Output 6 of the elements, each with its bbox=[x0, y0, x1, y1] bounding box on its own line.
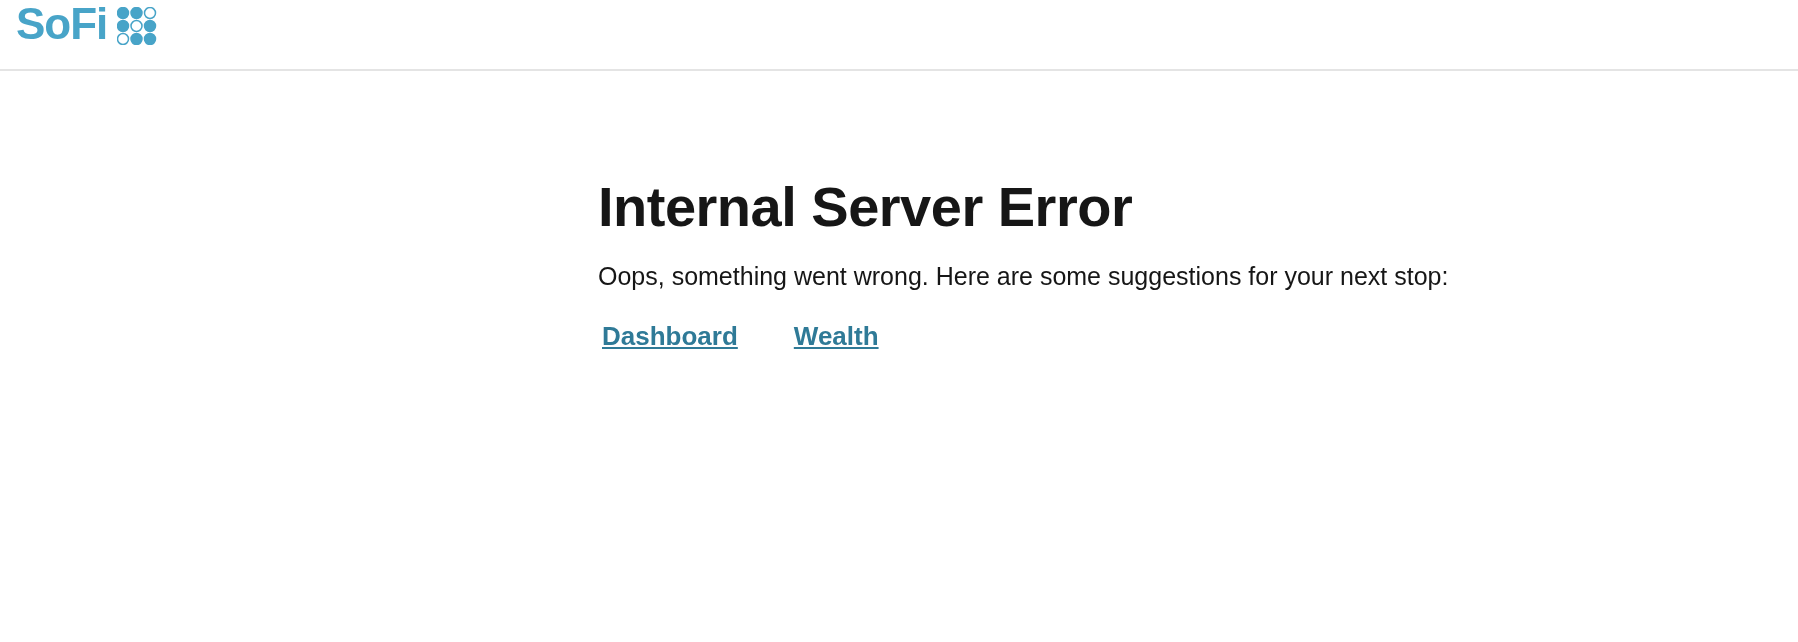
error-message: Oops, something went wrong. Here are some suggestions for your next stop: bbox=[598, 262, 1450, 292]
suggestion-link[interactable]: Wealth bbox=[793, 321, 879, 353]
error-title: Internal Server Error bbox=[598, 174, 1134, 240]
logo-wordmark: SoFi bbox=[16, 4, 108, 44]
suggestion-link[interactable]: Dashboard bbox=[602, 321, 738, 353]
dot-grid-icon bbox=[117, 7, 158, 45]
